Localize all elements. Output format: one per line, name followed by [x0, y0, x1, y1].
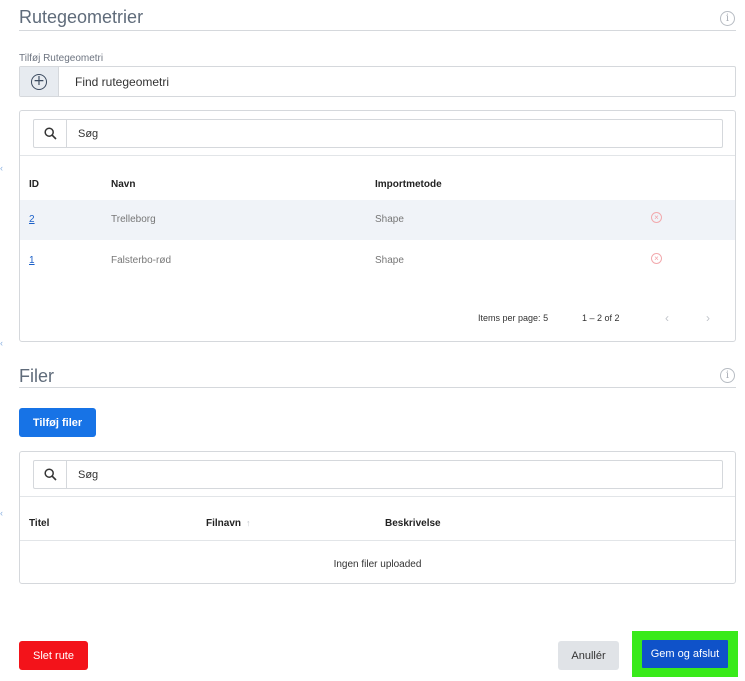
delete-route-button[interactable]: Slet rute	[19, 641, 88, 670]
files-title: Filer	[19, 366, 54, 386]
route-geometries-title: Rutegeometrier	[19, 7, 144, 27]
section-divider	[19, 387, 736, 388]
column-header-name[interactable]: Navn	[111, 179, 135, 190]
route-geometries-table-card: Søg ID Navn Importmetode 2 Trelleborg Sh…	[19, 110, 736, 342]
items-per-page-select[interactable]: 5	[543, 313, 548, 323]
search-icon	[34, 120, 67, 147]
row-id-link[interactable]: 2	[29, 214, 35, 225]
row-id-link[interactable]: 1	[29, 255, 35, 266]
sort-arrow-icon: ↑	[246, 518, 251, 528]
column-header-id[interactable]: ID	[29, 179, 39, 190]
edge-marker: ‹	[0, 338, 3, 348]
files-table-card: Søg Titel Filnavn ↑ Beskrivelse Ingen fil…	[19, 451, 736, 584]
save-button-highlight: Gem og afslut	[632, 631, 738, 677]
files-search-input[interactable]: Søg	[78, 469, 98, 481]
edge-marker: ‹	[0, 508, 3, 518]
row-import-method: Shape	[375, 214, 404, 225]
column-header-import-method[interactable]: Importmetode	[375, 179, 442, 190]
table-row[interactable]: 2 Trelleborg Shape ×	[20, 200, 735, 240]
next-page-icon[interactable]: ›	[706, 311, 710, 325]
route-geometries-search-input[interactable]: Søg	[78, 128, 98, 140]
find-route-geometry-input[interactable]: Find rutegeometri	[75, 75, 169, 89]
column-header-filename[interactable]: Filnavn ↑	[206, 518, 251, 529]
previous-page-icon[interactable]: ‹	[665, 311, 669, 325]
cancel-button[interactable]: Anullér	[558, 641, 619, 670]
plus-circle-icon: +	[31, 73, 47, 90]
files-search-field[interactable]: Søg	[33, 460, 723, 489]
search-icon	[34, 461, 67, 488]
row-import-method: Shape	[375, 255, 404, 266]
route-geometries-search-field[interactable]: Søg	[33, 119, 723, 148]
find-route-geometry-field[interactable]: + Find rutegeometri	[19, 66, 736, 97]
info-icon[interactable]: i	[720, 368, 735, 383]
table-row[interactable]: 1 Falsterbo-rød Shape ×	[20, 241, 735, 281]
column-header-description[interactable]: Beskrivelse	[385, 518, 441, 529]
row-name: Falsterbo-rød	[111, 255, 172, 266]
paginator-range: 1 – 2 of 2	[582, 313, 620, 323]
table-divider	[20, 155, 735, 156]
edge-marker: ‹	[0, 163, 3, 173]
remove-icon[interactable]: ×	[651, 253, 662, 264]
save-and-close-button[interactable]: Gem og afslut	[642, 640, 728, 668]
remove-icon[interactable]: ×	[651, 212, 662, 223]
empty-files-message: Ingen filer uploaded	[333, 559, 422, 570]
items-per-page-label: Items per page: 5	[478, 313, 549, 323]
row-name: Trelleborg	[111, 214, 156, 225]
table-divider	[20, 496, 735, 497]
add-route-geometry-label: Tilføj Rutegeometri	[19, 53, 104, 64]
section-divider	[19, 30, 736, 31]
column-header-title[interactable]: Titel	[29, 518, 49, 529]
header-divider	[20, 540, 735, 541]
add-files-button[interactable]: Tilføj filer	[19, 408, 96, 437]
info-icon[interactable]: i	[720, 11, 735, 26]
add-route-geometry-button[interactable]: +	[20, 67, 59, 96]
